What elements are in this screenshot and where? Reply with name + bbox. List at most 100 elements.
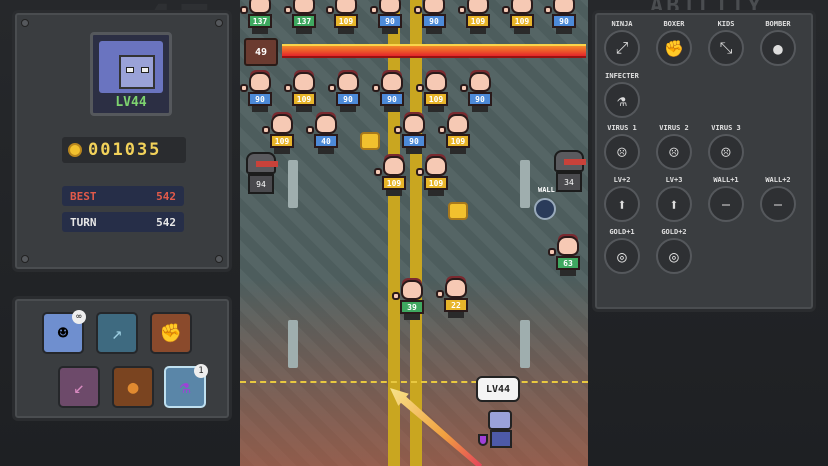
ability-label: BOXER bbox=[663, 20, 685, 28]
ninja-icon: ⤢ bbox=[604, 30, 640, 66]
gold-coin bbox=[360, 132, 380, 150]
gold-icon: ◎ bbox=[604, 238, 640, 274]
ghost-icon: ☻ bbox=[57, 322, 69, 344]
enemy: 137 bbox=[240, 0, 278, 34]
portrait-screen bbox=[99, 41, 163, 93]
rivet bbox=[215, 19, 223, 27]
potion-flask-icon bbox=[478, 434, 488, 446]
enemy: 90 bbox=[394, 112, 432, 154]
gold-coin bbox=[448, 202, 468, 220]
rivet bbox=[21, 255, 29, 263]
orb-icon: ● bbox=[127, 376, 139, 398]
enemy: 39 bbox=[392, 278, 430, 320]
ability-wall-1[interactable]: WALL+1 ⎯ bbox=[704, 176, 748, 228]
turn-value: 542 bbox=[156, 215, 176, 229]
virus-icon: ☹ bbox=[708, 134, 744, 170]
player-body bbox=[490, 430, 512, 448]
virus-icon: ☹ bbox=[656, 134, 692, 170]
item-slot-arrow-up[interactable]: ↗ bbox=[96, 312, 138, 354]
enemy: 90 bbox=[370, 0, 408, 34]
road-lane bbox=[410, 0, 422, 466]
coin-counter: 001035 bbox=[62, 137, 186, 163]
wall-icon: ⎯ bbox=[760, 186, 796, 222]
enemy: 109 bbox=[284, 70, 322, 112]
ability-boxer[interactable]: BOXER ✊ bbox=[652, 20, 696, 72]
ability-gold-1[interactable]: GOLD+1 ◎ bbox=[600, 228, 644, 280]
ability-label: LV+2 bbox=[613, 176, 631, 184]
enemy: 90 bbox=[240, 70, 278, 112]
potion-icon: ⚗ bbox=[179, 376, 191, 398]
enemy: 40 bbox=[306, 112, 344, 154]
enemy: 109 bbox=[374, 154, 412, 196]
item-slot-fist[interactable]: ✊ bbox=[150, 312, 192, 354]
enemy: 137 bbox=[284, 0, 322, 34]
ability-label: WALL+1 bbox=[713, 176, 739, 184]
ability-label: NINJA bbox=[611, 20, 633, 28]
player-level-bubble: LV44 bbox=[476, 376, 520, 402]
player-head bbox=[488, 410, 512, 430]
player-portrait: LV44 bbox=[90, 32, 172, 116]
kids-icon: ⤡ bbox=[708, 30, 744, 66]
lane-marker bbox=[520, 160, 530, 208]
lane-marker bbox=[288, 160, 298, 208]
game-screen: 47 ABILITY LV44 001035 BEST 542 TURN 542… bbox=[0, 0, 828, 466]
infecter-icon: ⚗ bbox=[604, 82, 640, 118]
ability-ninja[interactable]: NINJA ⤢ bbox=[600, 20, 644, 72]
ability-label: GOLD+2 bbox=[661, 228, 687, 236]
turn-label: TURN bbox=[70, 215, 97, 229]
ability-bomber[interactable]: BOMBER ● bbox=[756, 20, 800, 72]
wall-icon bbox=[534, 198, 556, 220]
ability-lv-2[interactable]: LV+2 ⬆ bbox=[600, 176, 644, 228]
enemy: 90 bbox=[544, 0, 582, 34]
ability-virus-1[interactable]: VIRUS 1 ☹ bbox=[600, 124, 644, 176]
ability-label: LV+3 bbox=[665, 176, 683, 184]
gold-icon: ◎ bbox=[656, 238, 692, 274]
item-slot-arrow-down[interactable]: ↙ bbox=[58, 366, 100, 408]
ability-wall-2[interactable]: WALL+2 ⎯ bbox=[756, 176, 800, 228]
arrow-up-right-icon: ↗ bbox=[111, 322, 123, 344]
enemy: 109 bbox=[262, 112, 300, 154]
enemy: 22 bbox=[436, 276, 474, 318]
fist-icon: ✊ bbox=[159, 322, 183, 344]
ability-label: VIRUS 1 bbox=[607, 124, 637, 132]
player-level: LV44 bbox=[115, 95, 147, 110]
virus-icon: ☹ bbox=[604, 134, 640, 170]
enemy: 109 bbox=[416, 154, 454, 196]
ability-label: BOMBER bbox=[765, 20, 791, 28]
boxer-icon: ✊ bbox=[656, 30, 692, 66]
ability-virus-2[interactable]: VIRUS 2 ☹ bbox=[652, 124, 696, 176]
coin-value: 001035 bbox=[88, 140, 162, 160]
boss-hp-icon: 49 bbox=[244, 38, 278, 66]
levelup-icon: ⬆ bbox=[656, 186, 692, 222]
armored-enemy: 34 bbox=[550, 150, 588, 198]
bomber-icon: ● bbox=[760, 30, 796, 66]
armored-enemy: 94 bbox=[242, 152, 280, 200]
rivet bbox=[21, 19, 29, 27]
enemy: 63 bbox=[548, 234, 586, 276]
item-slot-potion[interactable]: ⚗ 1 bbox=[164, 364, 208, 408]
ability-label: VIRUS 3 bbox=[711, 124, 741, 132]
wall-label: WALL bbox=[538, 186, 555, 194]
wall-icon: ⎯ bbox=[708, 186, 744, 222]
ability-gold-2[interactable]: GOLD+2 ◎ bbox=[652, 228, 696, 280]
coin-icon bbox=[68, 143, 82, 157]
item-badge: ∞ bbox=[72, 310, 86, 324]
item-slot-orb[interactable]: ● bbox=[112, 366, 154, 408]
item-badge: 1 bbox=[194, 364, 208, 378]
play-field[interactable]: 49 137 137 109 90 90 109 109 90 90 109 9… bbox=[240, 0, 588, 466]
enemy: 90 bbox=[328, 70, 366, 112]
enemy: 109 bbox=[438, 112, 476, 154]
ability-infecter[interactable]: INFECTER ⚗ bbox=[600, 72, 644, 124]
enemy: 90 bbox=[460, 70, 498, 112]
rivet bbox=[215, 255, 223, 263]
ability-lv-3[interactable]: LV+3 ⬆ bbox=[652, 176, 696, 228]
best-value: 542 bbox=[156, 189, 176, 203]
enemy: 90 bbox=[414, 0, 452, 34]
ability-virus-3[interactable]: VIRUS 3 ☹ bbox=[704, 124, 748, 176]
ability-kids[interactable]: KIDS ⤡ bbox=[704, 20, 748, 72]
item-slot-ghost[interactable]: ☻ ∞ bbox=[42, 310, 86, 354]
ability-label: VIRUS 2 bbox=[659, 124, 689, 132]
player-character[interactable] bbox=[478, 410, 518, 458]
enemy: 109 bbox=[326, 0, 364, 34]
best-score: BEST 542 bbox=[62, 186, 184, 206]
